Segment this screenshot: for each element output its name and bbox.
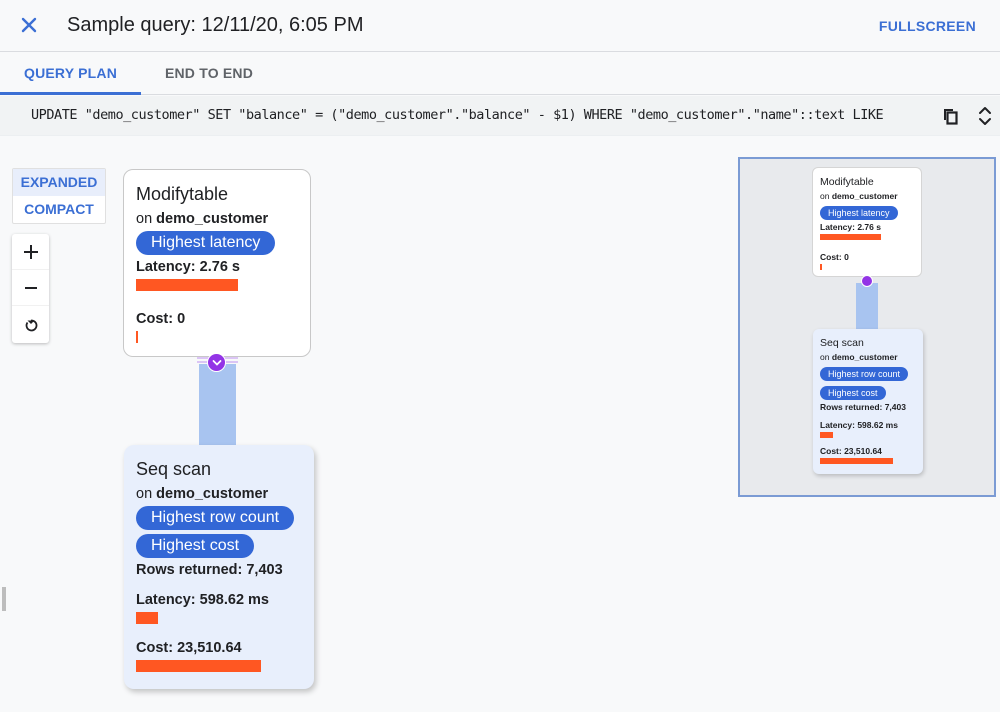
node-title: Seq scan	[136, 459, 212, 479]
on-prefix: on	[136, 486, 153, 502]
expanded-option[interactable]: EXPANDED	[13, 169, 105, 196]
collapse-button[interactable]	[207, 353, 226, 372]
minimap-cost-label: Cost: 23,510.64	[820, 446, 882, 456]
cost-label: Cost: 23,510.64	[136, 640, 242, 656]
on-prefix: on	[136, 211, 153, 227]
tab-end-to-end[interactable]: END TO END	[141, 52, 277, 95]
on-prefix: on	[820, 352, 830, 362]
sql-text: UPDATE "demo_customer" SET "balance" = (…	[31, 107, 884, 123]
zoom-in-icon	[23, 244, 38, 259]
minimap-node-table: on demo_customer	[820, 191, 914, 201]
plan-node-modifytable[interactable]: Modifytable on demo_customer Highest lat…	[123, 169, 311, 357]
minimap-badge: Highest latency	[820, 206, 898, 220]
compact-option[interactable]: COMPACT	[13, 196, 105, 223]
cost-label: Cost: 0	[136, 311, 186, 327]
minimap[interactable]: Modifytable on demo_customer Highest lat…	[738, 157, 996, 497]
tab-query-plan[interactable]: QUERY PLAN	[0, 52, 141, 95]
minimap-collapse-icon	[861, 275, 873, 287]
copy-icon	[944, 109, 958, 125]
minimap-badge: Highest cost	[820, 386, 886, 400]
expand-sql-button[interactable]	[976, 103, 994, 129]
view-toggle: EXPANDED COMPACT	[12, 168, 106, 224]
edge-connector	[199, 364, 236, 445]
zoom-out-button[interactable]	[12, 270, 49, 306]
minimap-badge: Highest row count	[820, 367, 909, 381]
badge-highest-cost: Highest cost	[136, 534, 255, 558]
reset-icon	[25, 319, 37, 332]
top-bar: Sample query: 12/11/20, 6:05 PM FULLSCRE…	[0, 0, 1000, 52]
close-button[interactable]	[16, 12, 42, 38]
zoom-in-button[interactable]	[12, 234, 49, 270]
table-name: demo_customer	[156, 486, 269, 502]
table-name: demo_customer	[831, 191, 898, 201]
minimap-rows-label: Rows returned: 7,403	[820, 402, 906, 412]
node-table: on demo_customer	[136, 486, 302, 502]
minimap-latency-label: Latency: 598.62 ms	[820, 420, 898, 430]
badge-highest-row-count: Highest row count	[136, 506, 295, 530]
table-name: demo_customer	[831, 352, 898, 362]
node-table: on demo_customer	[136, 211, 298, 227]
minimap-cost-bar	[820, 458, 893, 464]
zoom-out-icon	[24, 286, 37, 289]
copy-button[interactable]	[942, 107, 960, 127]
latency-bar	[136, 279, 238, 291]
close-icon	[21, 17, 37, 33]
minimap-node-table: on demo_customer	[820, 352, 916, 362]
latency-label: Latency: 2.76 s	[136, 259, 240, 275]
minimap-latency-label: Latency: 2.76 s	[820, 222, 881, 232]
minimap-connector	[856, 283, 878, 329]
zoom-controls	[12, 234, 49, 343]
minimap-node-title: Modifytable	[820, 176, 874, 188]
minimap-cost-bar	[820, 264, 822, 270]
latency-label: Latency: 598.62 ms	[136, 592, 269, 608]
resize-handle[interactable]	[2, 587, 6, 611]
page-title: Sample query: 12/11/20, 6:05 PM	[67, 14, 364, 36]
table-name: demo_customer	[156, 211, 269, 227]
tab-bar: QUERY PLAN END TO END	[0, 52, 1000, 95]
cost-bar	[136, 331, 138, 343]
node-title: Modifytable	[136, 184, 229, 204]
plan-node-seq-scan[interactable]: Seq scan on demo_customer Highest row co…	[124, 445, 314, 689]
latency-bar	[136, 612, 158, 624]
reset-zoom-button[interactable]	[12, 306, 49, 342]
minimap-node-title: Seq scan	[820, 337, 864, 349]
unfold-icon	[979, 107, 991, 125]
minimap-node-modifytable: Modifytable on demo_customer Highest lat…	[812, 167, 922, 277]
badge-highest-latency: Highest latency	[136, 231, 276, 255]
rows-label: Rows returned: 7,403	[136, 562, 283, 578]
chevron-down-icon	[212, 359, 221, 366]
minimap-cost-label: Cost: 0	[820, 252, 849, 262]
on-prefix: on	[820, 191, 830, 201]
cost-bar	[136, 660, 261, 672]
fullscreen-button[interactable]: FULLSCREEN	[879, 18, 976, 34]
sql-bar: UPDATE "demo_customer" SET "balance" = (…	[0, 96, 1000, 136]
minimap-node-seq-scan: Seq scan on demo_customer Highest row co…	[813, 329, 923, 474]
